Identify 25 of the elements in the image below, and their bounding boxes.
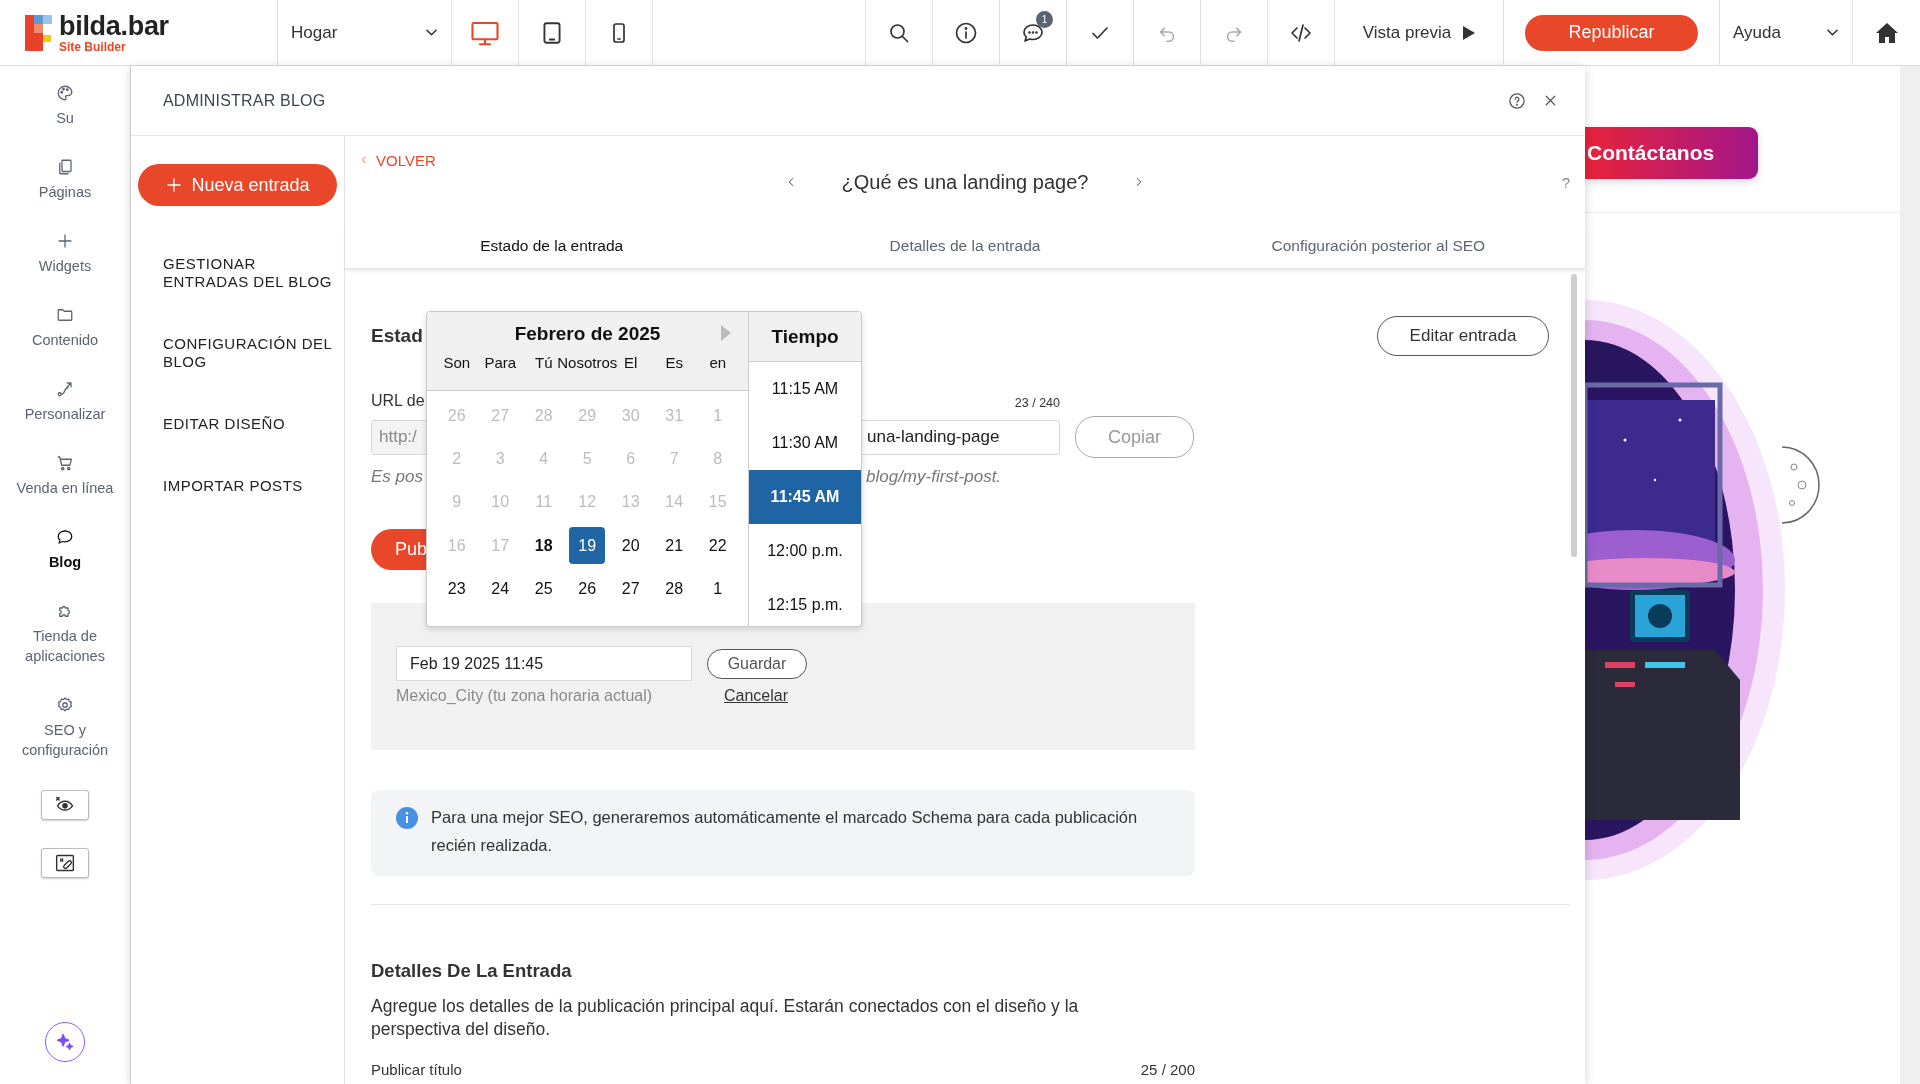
logo-text: bilda.bar [59,12,169,40]
weekday-label: Tú [535,354,553,371]
post-title: ¿Qué es una landing page? [841,170,1089,194]
hint-text: Es pos [371,467,423,486]
hint-text: blog/my-first-post. [866,467,1002,486]
section-heading: Estad [371,325,423,347]
logo-tagline: Site Builder [59,40,127,53]
weekday-label: El [624,354,638,371]
field-label: Publicar título [371,1061,462,1078]
month-title: Febrero de 2025 [514,323,661,344]
time-heading: Tiempo [771,325,839,348]
weekday-label: en [709,354,727,371]
weekday-label: Nosotros [557,354,618,371]
weekday-label: Son [443,354,471,371]
info-text: Para una mejor SEO, generaremos automáticamente el marcado Schema para cada publicación recién realizada. [431,807,1139,856]
notification-badge: 1 [1036,11,1053,28]
timezone-text: Mexico_City (tu zona horaria actual) [396,687,654,705]
character-counter: 23 / 240 [1014,396,1060,410]
weekday-label: Para [484,354,517,371]
section-description: Agregue los detalles de la publicación principal aquí. Estarán conectados con el diseño y la perspectiva del diseño. [371,995,1080,1041]
panel-title: ADMINISTRAR BLOG [163,91,327,110]
weekday-label: Es [665,354,683,371]
section-heading: Detalles De La Entrada [371,960,573,982]
field-label: URL de [371,392,425,410]
character-counter: 25 / 200 [1140,1061,1195,1078]
